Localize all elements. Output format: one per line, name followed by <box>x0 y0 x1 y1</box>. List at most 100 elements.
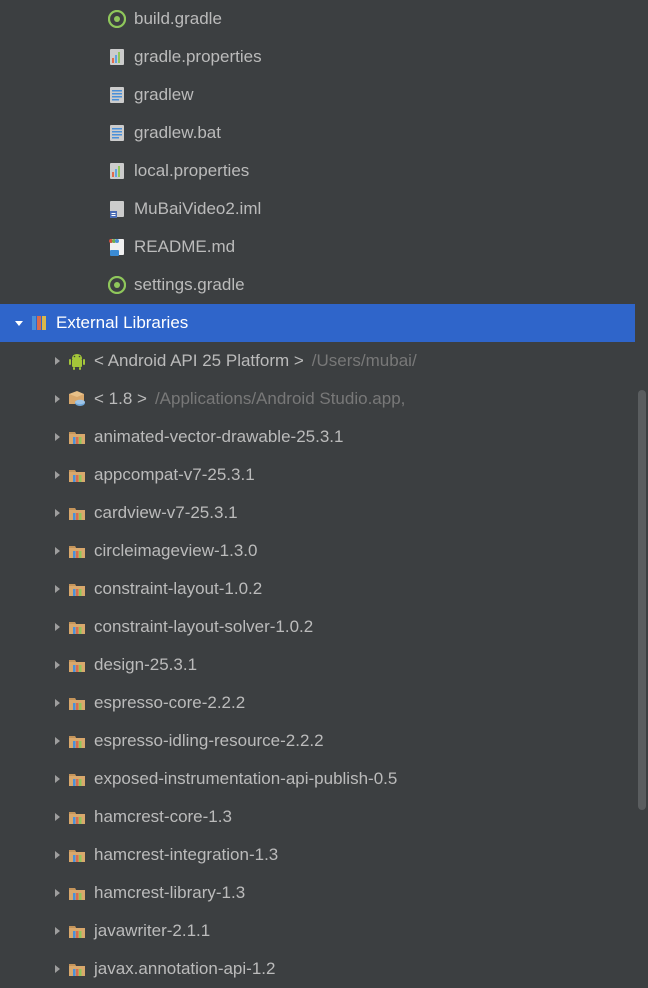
expand-arrow-icon[interactable] <box>48 698 66 708</box>
libfolder-icon <box>66 616 88 638</box>
libfolder-icon <box>66 464 88 486</box>
libfolder-icon <box>66 730 88 752</box>
tree-row[interactable]: gradlew <box>0 76 648 114</box>
expand-arrow-icon[interactable] <box>48 964 66 974</box>
tree-item-label: < Android API 25 Platform > <box>94 351 304 371</box>
tree-row[interactable]: hamcrest-core-1.3 <box>0 798 648 836</box>
tree-item-label: gradlew <box>134 85 194 105</box>
expand-arrow-icon[interactable] <box>48 736 66 746</box>
tree-row[interactable]: constraint-layout-solver-1.0.2 <box>0 608 648 646</box>
expand-arrow-icon[interactable] <box>48 508 66 518</box>
tree-row[interactable]: build.gradle <box>0 0 648 38</box>
expand-arrow-icon[interactable] <box>48 622 66 632</box>
libfolder-icon <box>66 578 88 600</box>
expand-arrow-icon[interactable] <box>48 356 66 366</box>
tree-row[interactable]: MuBaiVideo2.iml <box>0 190 648 228</box>
tree-item-label: javawriter-2.1.1 <box>94 921 210 941</box>
tree-row[interactable]: settings.gradle <box>0 266 648 304</box>
tree-row[interactable]: README.md <box>0 228 648 266</box>
expand-arrow-icon[interactable] <box>10 318 28 328</box>
tree-row[interactable]: gradlew.bat <box>0 114 648 152</box>
android-icon <box>66 350 88 372</box>
tree-item-label: README.md <box>134 237 235 257</box>
readme-icon <box>106 236 128 258</box>
tree-row[interactable]: hamcrest-library-1.3 <box>0 874 648 912</box>
expand-arrow-icon[interactable] <box>48 546 66 556</box>
tree-item-label: cardview-v7-25.3.1 <box>94 503 238 523</box>
tree-item-label: gradlew.bat <box>134 123 221 143</box>
tree-row[interactable]: animated-vector-drawable-25.3.1 <box>0 418 648 456</box>
tree-item-label: MuBaiVideo2.iml <box>134 199 261 219</box>
tree-row[interactable]: design-25.3.1 <box>0 646 648 684</box>
tree-item-label: constraint-layout-solver-1.0.2 <box>94 617 313 637</box>
tree-item-label: hamcrest-library-1.3 <box>94 883 245 903</box>
project-tree[interactable]: build.gradle gradle.properties gradlew grad… <box>0 0 648 988</box>
tree-row[interactable]: < 1.8 > /Applications/Android Studio.app, <box>0 380 648 418</box>
tree-row[interactable]: javax.annotation-api-1.2 <box>0 950 648 988</box>
tree-row[interactable]: circleimageview-1.3.0 <box>0 532 648 570</box>
tree-row[interactable]: hamcrest-integration-1.3 <box>0 836 648 874</box>
props-icon <box>106 160 128 182</box>
libroot-icon <box>28 312 50 334</box>
tree-item-path: /Applications/Android Studio.app, <box>155 389 405 409</box>
tree-row[interactable]: espresso-core-2.2.2 <box>0 684 648 722</box>
tree-item-label: javax.annotation-api-1.2 <box>94 959 275 979</box>
tree-item-label: < 1.8 > <box>94 389 147 409</box>
libfolder-icon <box>66 958 88 980</box>
tree-row[interactable]: gradle.properties <box>0 38 648 76</box>
libfolder-icon <box>66 806 88 828</box>
gradle-icon <box>106 274 128 296</box>
expand-arrow-icon[interactable] <box>48 470 66 480</box>
libfolder-icon <box>66 882 88 904</box>
expand-arrow-icon[interactable] <box>48 812 66 822</box>
iml-icon <box>106 198 128 220</box>
libfolder-icon <box>66 654 88 676</box>
textfile-icon <box>106 84 128 106</box>
expand-arrow-icon[interactable] <box>48 394 66 404</box>
tree-item-label: local.properties <box>134 161 249 181</box>
props-icon <box>106 46 128 68</box>
libfolder-icon <box>66 540 88 562</box>
tree-item-label: exposed-instrumentation-api-publish-0.5 <box>94 769 397 789</box>
tree-row[interactable]: < Android API 25 Platform > /Users/mubai/ <box>0 342 648 380</box>
libfolder-icon <box>66 768 88 790</box>
expand-arrow-icon[interactable] <box>48 888 66 898</box>
tree-item-label: espresso-core-2.2.2 <box>94 693 245 713</box>
tree-item-label: design-25.3.1 <box>94 655 197 675</box>
tree-row[interactable]: local.properties <box>0 152 648 190</box>
tree-item-path: /Users/mubai/ <box>312 351 417 371</box>
tree-item-label: gradle.properties <box>134 47 262 67</box>
expand-arrow-icon[interactable] <box>48 850 66 860</box>
tree-row[interactable]: exposed-instrumentation-api-publish-0.5 <box>0 760 648 798</box>
tree-item-label: External Libraries <box>56 313 188 333</box>
expand-arrow-icon[interactable] <box>48 584 66 594</box>
jdk-icon <box>66 388 88 410</box>
expand-arrow-icon[interactable] <box>48 660 66 670</box>
libfolder-icon <box>66 920 88 942</box>
expand-arrow-icon[interactable] <box>48 774 66 784</box>
tree-item-label: appcompat-v7-25.3.1 <box>94 465 255 485</box>
tree-row[interactable]: espresso-idling-resource-2.2.2 <box>0 722 648 760</box>
tree-item-label: hamcrest-integration-1.3 <box>94 845 278 865</box>
tree-row[interactable]: External Libraries <box>0 304 635 342</box>
expand-arrow-icon[interactable] <box>48 432 66 442</box>
tree-item-label: build.gradle <box>134 9 222 29</box>
tree-item-label: settings.gradle <box>134 275 245 295</box>
tree-row[interactable]: cardview-v7-25.3.1 <box>0 494 648 532</box>
expand-arrow-icon[interactable] <box>48 926 66 936</box>
libfolder-icon <box>66 844 88 866</box>
tree-row[interactable]: appcompat-v7-25.3.1 <box>0 456 648 494</box>
tree-item-label: circleimageview-1.3.0 <box>94 541 257 561</box>
tree-item-label: animated-vector-drawable-25.3.1 <box>94 427 343 447</box>
tree-item-label: constraint-layout-1.0.2 <box>94 579 262 599</box>
scrollbar[interactable] <box>638 390 646 810</box>
libfolder-icon <box>66 502 88 524</box>
tree-row[interactable]: javawriter-2.1.1 <box>0 912 648 950</box>
tree-row[interactable]: constraint-layout-1.0.2 <box>0 570 648 608</box>
textfile-icon <box>106 122 128 144</box>
tree-item-label: hamcrest-core-1.3 <box>94 807 232 827</box>
gradle-icon <box>106 8 128 30</box>
libfolder-icon <box>66 426 88 448</box>
tree-item-label: espresso-idling-resource-2.2.2 <box>94 731 324 751</box>
libfolder-icon <box>66 692 88 714</box>
